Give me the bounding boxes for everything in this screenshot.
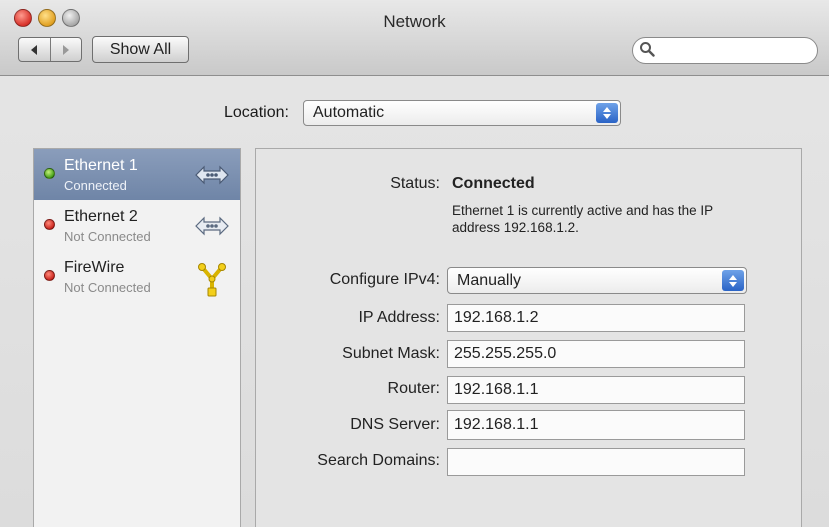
service-status: Not Connected [64, 229, 151, 244]
title-bar: Network Show All [0, 0, 829, 76]
service-list: Ethernet 1 Connected Ethernet 2 Not Conn… [33, 148, 241, 527]
ethernet-icon [194, 210, 230, 242]
router-field[interactable] [447, 376, 745, 404]
status-value: Connected [452, 175, 535, 192]
service-name: FireWire [64, 259, 125, 276]
back-forward-control [18, 37, 82, 62]
dns-server-label: DNS Server: [350, 416, 440, 433]
network-preferences-window: Network Show All Location: Automatic Eth… [0, 0, 829, 527]
popup-arrows-icon [596, 103, 618, 123]
search-domains-field[interactable] [447, 448, 745, 476]
status-dot-disconnected [44, 219, 55, 230]
service-name: Ethernet 1 [64, 157, 138, 174]
status-dot-disconnected [44, 270, 55, 281]
back-button[interactable] [19, 38, 50, 61]
status-dot-connected [44, 168, 55, 179]
show-all-button[interactable]: Show All [92, 36, 189, 63]
location-label: Location: [224, 104, 289, 121]
service-name: Ethernet 2 [64, 208, 138, 225]
ip-address-field[interactable] [447, 304, 745, 332]
subnet-mask-field[interactable] [447, 340, 745, 368]
configure-ipv4-label: Configure IPv4: [329, 271, 440, 288]
service-status: Connected [64, 178, 127, 193]
ethernet-icon [194, 159, 230, 191]
status-label: Status: [390, 175, 440, 192]
subnet-mask-label: Subnet Mask: [342, 345, 440, 362]
forward-arrow-icon [61, 44, 71, 56]
status-description: Ethernet 1 is currently active and has t… [452, 203, 713, 235]
popup-arrows-icon [722, 270, 744, 291]
location-popup[interactable]: Automatic [303, 100, 621, 126]
firewire-icon [194, 261, 230, 297]
location-value: Automatic [313, 104, 385, 121]
service-item-ethernet-1[interactable]: Ethernet 1 Connected [34, 149, 240, 200]
service-item-firewire[interactable]: FireWire Not Connected [34, 251, 240, 302]
service-status: Not Connected [64, 280, 151, 295]
ip-address-label: IP Address: [358, 309, 440, 326]
configure-ipv4-value: Manually [457, 271, 522, 289]
search-field[interactable] [632, 37, 829, 64]
dns-server-field[interactable] [447, 410, 745, 440]
configure-ipv4-popup[interactable]: Manually [447, 267, 747, 294]
search-domains-label: Search Domains: [317, 452, 440, 469]
search-input[interactable] [659, 39, 829, 62]
window-title: Network [383, 12, 446, 31]
service-item-ethernet-2[interactable]: Ethernet 2 Not Connected [34, 200, 240, 251]
router-label: Router: [387, 380, 440, 397]
search-icon [639, 41, 655, 61]
forward-button[interactable] [49, 38, 82, 61]
back-arrow-icon [29, 44, 39, 56]
